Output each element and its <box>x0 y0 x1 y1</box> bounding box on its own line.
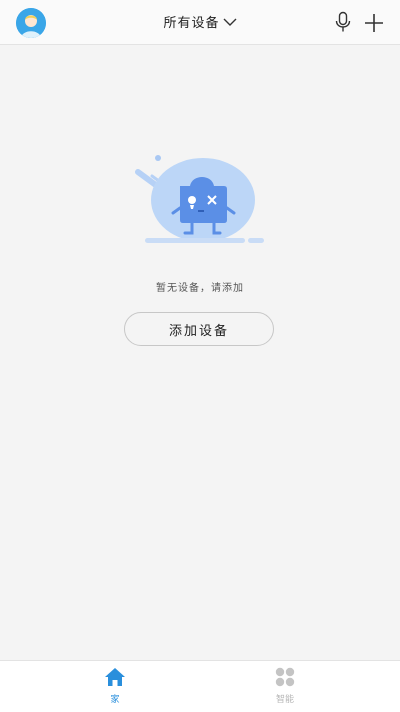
microphone-icon[interactable] <box>333 11 353 33</box>
bottom-tab-bar: 家 智能 <box>0 660 400 712</box>
tab-smart-label: 智能 <box>275 695 294 705</box>
empty-state-message: 暂无设备，请添加 <box>156 283 244 294</box>
top-bar: 所有设备 <box>0 0 400 45</box>
add-device-button[interactable]: 添加设备 <box>124 312 274 346</box>
grid-icon <box>255 667 315 691</box>
page-title: 所有设备 <box>163 16 220 31</box>
home-icon <box>85 667 145 691</box>
tab-smart[interactable]: 智能 <box>255 667 315 705</box>
empty-device-illustration <box>130 150 270 250</box>
chevron-down-icon <box>223 16 237 31</box>
tab-home-label: 家 <box>110 695 120 705</box>
plus-icon[interactable] <box>363 12 385 34</box>
tab-home[interactable]: 家 <box>85 667 145 705</box>
